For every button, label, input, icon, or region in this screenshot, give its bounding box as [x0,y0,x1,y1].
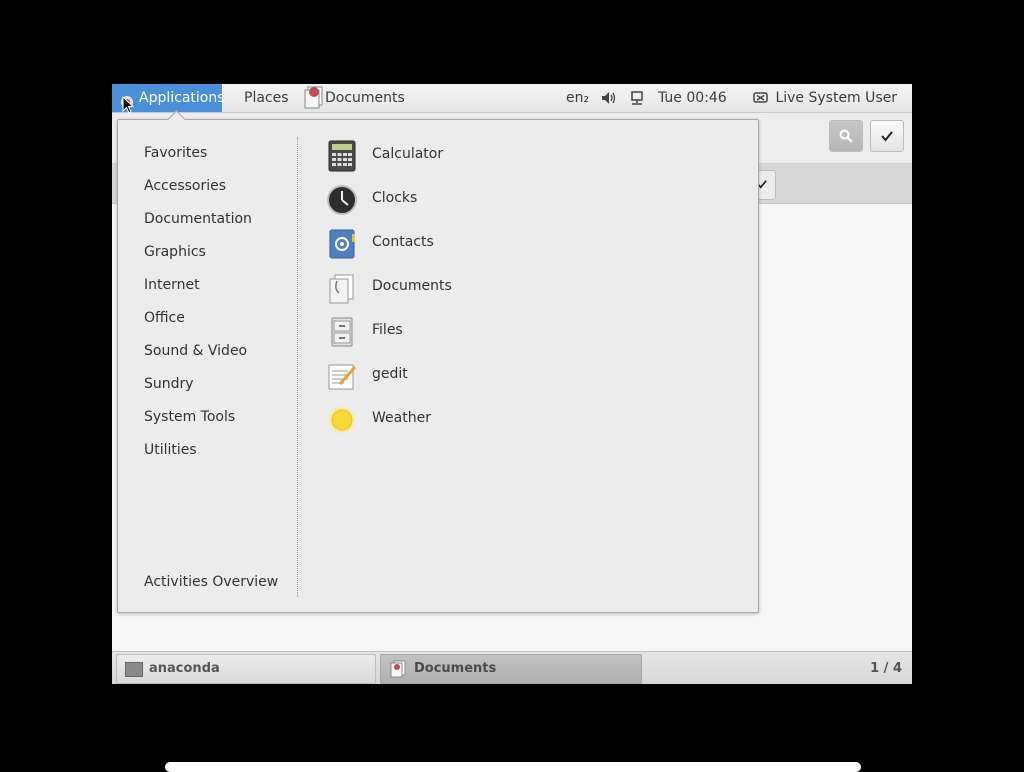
applications-label: Applications [139,90,225,106]
bottom-edge-strip [165,762,861,772]
desktop-screen: Applications Places Documents en₂ Tue 00… [112,84,912,684]
category-system-tools[interactable]: System Tools [144,407,235,427]
calculator-icon [328,140,356,172]
clock-display[interactable]: Tue 00:46 [658,84,727,112]
weather-sun-icon [329,407,355,433]
documents-icon [390,660,406,678]
category-graphics[interactable]: Graphics [144,242,206,262]
menu-divider [297,137,298,597]
app-item-documents[interactable]: Documents [326,270,626,306]
window-icon [125,662,143,677]
file-cabinet-icon [331,317,353,347]
user-menu[interactable]: Live System User [753,84,897,112]
search-button[interactable] [829,120,863,152]
app-item-files[interactable]: Files [326,314,626,350]
top-panel: Applications Places Documents en₂ Tue 00… [112,84,912,113]
workspace-indicator[interactable]: 1 / 4 [870,652,902,684]
category-utilities[interactable]: Utilities [144,440,197,460]
category-accessories[interactable]: Accessories [144,176,226,196]
taskbar-item-anaconda[interactable]: anaconda [116,654,376,684]
bottom-panel: anaconda Documents 1 / 4 [112,651,912,684]
app-item-weather[interactable]: Weather [326,402,626,438]
app-label: gedit [372,366,408,382]
selection-mode-button[interactable] [870,120,904,152]
taskbar-item-documents[interactable]: Documents [380,654,642,684]
category-favorites[interactable]: Favorites [144,143,207,163]
category-internet[interactable]: Internet [144,275,200,295]
app-label: Contacts [372,234,434,250]
documents-icon [329,274,354,304]
keyboard-layout-indicator[interactable]: en₂ [566,84,589,112]
text-editor-icon [328,364,357,390]
app-label: Clocks [372,190,418,206]
app-label: Documents [372,278,452,294]
mouse-cursor-icon [122,96,134,114]
category-documentation[interactable]: Documentation [144,209,252,229]
search-icon [839,129,853,143]
volume-icon [602,92,616,104]
category-sundry[interactable]: Sundry [144,374,194,394]
network-wired-icon [631,91,643,105]
category-sound-video[interactable]: Sound & Video [144,341,247,361]
checkmark-icon [881,131,893,142]
applications-menu-popup: Favorites Accessories Documentation Grap… [117,110,759,613]
user-status-icon [753,91,768,103]
task-label: Documents [414,661,497,676]
app-item-calculator[interactable]: Calculator [326,138,626,174]
app-label: Calculator [372,146,444,162]
network-indicator[interactable] [630,84,644,112]
app-label: Files [372,322,403,338]
app-item-contacts[interactable]: Contacts [326,226,626,262]
activities-overview-item[interactable]: Activities Overview [144,572,278,592]
task-label: anaconda [149,661,220,676]
contacts-icon [329,229,355,259]
category-office[interactable]: Office [144,308,185,328]
app-label: Weather [372,410,431,426]
app-item-gedit[interactable]: gedit [326,358,626,394]
places-menu[interactable]: Places [238,84,295,112]
volume-indicator[interactable] [601,84,617,112]
clock-icon [327,185,357,215]
user-name-label: Live System User [775,90,898,106]
focused-app-label: Documents [325,90,405,106]
app-item-clocks[interactable]: Clocks [326,182,626,218]
